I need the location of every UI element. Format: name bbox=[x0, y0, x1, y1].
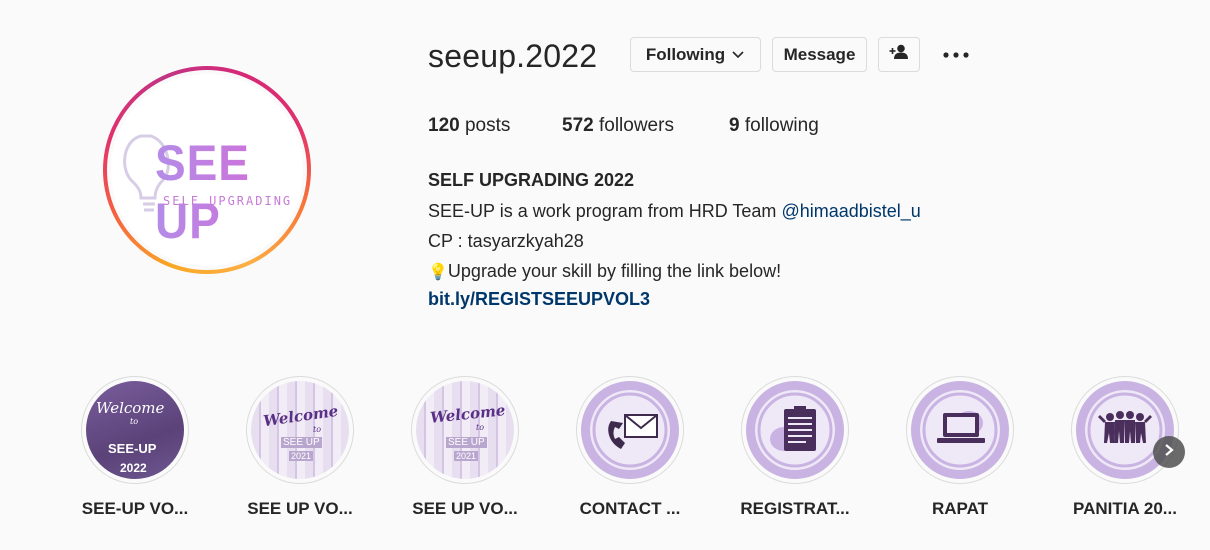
profile-page: SEE UP SELF UPGRADING seeup.2022 Followi… bbox=[0, 0, 1210, 550]
posts-stat: 120 posts bbox=[428, 115, 510, 137]
bio-line-1: SEE-UP is a work program from HRD Team @… bbox=[428, 201, 921, 222]
highlights-next-button[interactable] bbox=[1153, 436, 1185, 468]
following-count: 9 bbox=[729, 115, 740, 136]
highlight-thumbnail bbox=[911, 381, 1009, 479]
suggest-users-button[interactable] bbox=[878, 37, 920, 72]
bio-external-link[interactable]: bit.ly/REGISTSEEUPVOL3 bbox=[428, 289, 650, 310]
highlight-label: PANITIA 20... bbox=[1073, 499, 1177, 518]
highlight-label: REGISTRAT... bbox=[740, 499, 850, 518]
clipboard-icon bbox=[784, 406, 816, 451]
highlight-thumbnail: Welcome to SEE-UP 2022 bbox=[86, 381, 184, 479]
posts-label: posts bbox=[464, 115, 511, 136]
posts-count: 120 bbox=[428, 115, 460, 136]
message-button[interactable]: Message bbox=[772, 37, 867, 72]
avatar-logo-subtitle: SELF UPGRADING bbox=[163, 194, 293, 208]
bio-line-3-text: Upgrade your skill by filling the link b… bbox=[447, 261, 782, 281]
chevron-down-icon bbox=[731, 45, 745, 65]
followers-stat[interactable]: 572 followers bbox=[562, 115, 674, 137]
highlight-thumbnail bbox=[746, 381, 844, 479]
following-stat[interactable]: 9 following bbox=[729, 115, 819, 137]
bio-line-3: 💡Upgrade your skill by filling the link … bbox=[428, 261, 781, 282]
more-options-icon[interactable] bbox=[940, 44, 972, 66]
profile-username: seeup.2022 bbox=[428, 38, 598, 74]
laptop-icon bbox=[937, 413, 985, 443]
following-button[interactable]: Following bbox=[630, 37, 761, 72]
highlight-thumbnail: Welcome to SEE UP 2021 bbox=[416, 381, 514, 479]
profile-avatar[interactable]: SEE UP SELF UPGRADING bbox=[103, 66, 311, 274]
highlight-thumbnail: Welcome to SEE UP 2021 bbox=[251, 381, 349, 479]
bio-line-2: CP : tasyarzkyah28 bbox=[428, 231, 584, 251]
highlight-label: SEE UP VO... bbox=[247, 499, 353, 518]
highlight-label: RAPAT bbox=[931, 499, 989, 518]
avatar-logo-title: SEE UP bbox=[155, 134, 291, 250]
following-button-label: Following bbox=[645, 44, 726, 64]
highlight-label: SEE UP VO... bbox=[412, 499, 518, 518]
add-user-icon bbox=[889, 44, 909, 65]
bio-full-name: SELF UPGRADING 2022 bbox=[428, 170, 635, 190]
highlight-label: CONTACT ... bbox=[579, 499, 681, 518]
followers-label: followers bbox=[598, 115, 674, 136]
following-label: following bbox=[744, 115, 819, 136]
message-button-label: Message bbox=[783, 44, 856, 64]
followers-count: 572 bbox=[562, 115, 594, 136]
bio-mention-link[interactable]: @himaadbistel_u bbox=[781, 201, 920, 221]
highlight-thumbnail bbox=[581, 381, 679, 479]
bio-line-1-text: SEE-UP is a work program from HRD Team bbox=[428, 201, 782, 221]
chevron-right-icon bbox=[1163, 443, 1175, 462]
highlight-label: SEE-UP VO... bbox=[81, 499, 189, 518]
lightbulb-emoji-icon: 💡 bbox=[428, 264, 448, 281]
